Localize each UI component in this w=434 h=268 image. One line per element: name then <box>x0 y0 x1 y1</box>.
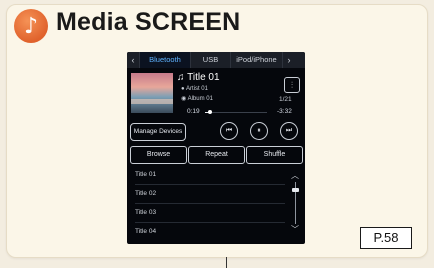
elapsed-time: 0:19 <box>187 108 200 115</box>
pointer-line <box>226 257 227 268</box>
pause-icon: ⏸ <box>257 127 261 134</box>
browse-button[interactable]: Browse <box>130 146 187 164</box>
page-title: Media SCREEN <box>56 8 241 36</box>
repeat-button[interactable]: Repeat <box>188 146 245 164</box>
scroll-thumb[interactable] <box>292 188 299 192</box>
tab-prev-arrow-icon[interactable]: ‹ <box>127 52 140 68</box>
tab-usb[interactable]: USB <box>191 52 231 68</box>
next-track-button[interactable]: ⏭ <box>280 122 298 140</box>
artist-row: ● Artist 01 <box>181 86 208 92</box>
progress-bar[interactable] <box>205 110 267 114</box>
track-title: ♫ Title 01 <box>177 72 220 83</box>
list-item[interactable]: Title 03 <box>135 204 285 223</box>
next-icon: ⏭ <box>285 127 293 134</box>
previous-icon: ⏮ <box>225 127 233 134</box>
artist-text: Artist 01 <box>185 86 208 92</box>
source-tabs: ‹ Bluetooth USB iPod/iPhone › <box>127 52 305 68</box>
note-icon: ♫ <box>177 72 185 83</box>
list-item[interactable]: Title 04 <box>135 223 285 241</box>
tab-next-arrow-icon[interactable]: › <box>283 52 295 68</box>
manage-devices-button[interactable]: Manage Devices <box>130 123 186 141</box>
album-text: Album 01 <box>187 96 213 102</box>
equalizer-icon: ⫶ <box>290 80 294 90</box>
music-note-icon: ♪ <box>14 9 48 43</box>
tab-ipod-iphone[interactable]: iPod/iPhone <box>231 52 283 68</box>
track-count: 1/21 <box>279 96 292 103</box>
track-title-text: Title 01 <box>187 72 220 83</box>
page-reference: P.58 <box>360 227 412 249</box>
pause-button[interactable]: ⏸ <box>250 122 268 140</box>
disc-icon: ◉ <box>181 96 187 102</box>
list-item[interactable]: Title 01 <box>135 166 285 185</box>
remaining-time: -3:32 <box>277 108 292 115</box>
album-art <box>131 73 173 113</box>
scroll-down-icon[interactable]: ﹀ <box>291 224 299 235</box>
previous-track-button[interactable]: ⏮ <box>220 122 238 140</box>
shuffle-button[interactable]: Shuffle <box>246 146 303 164</box>
album-row: ◉ Album 01 <box>181 95 213 102</box>
tab-bluetooth[interactable]: Bluetooth <box>140 52 191 68</box>
equalizer-button[interactable]: ⫶ <box>284 77 300 93</box>
list-item[interactable]: Title 02 <box>135 185 285 204</box>
progress-knob[interactable] <box>207 110 212 114</box>
scroll-up-icon[interactable]: ︿ <box>291 170 299 181</box>
media-screen: ‹ Bluetooth USB iPod/iPhone › ♫ Title 01… <box>127 52 305 244</box>
person-icon: ● <box>181 86 185 92</box>
